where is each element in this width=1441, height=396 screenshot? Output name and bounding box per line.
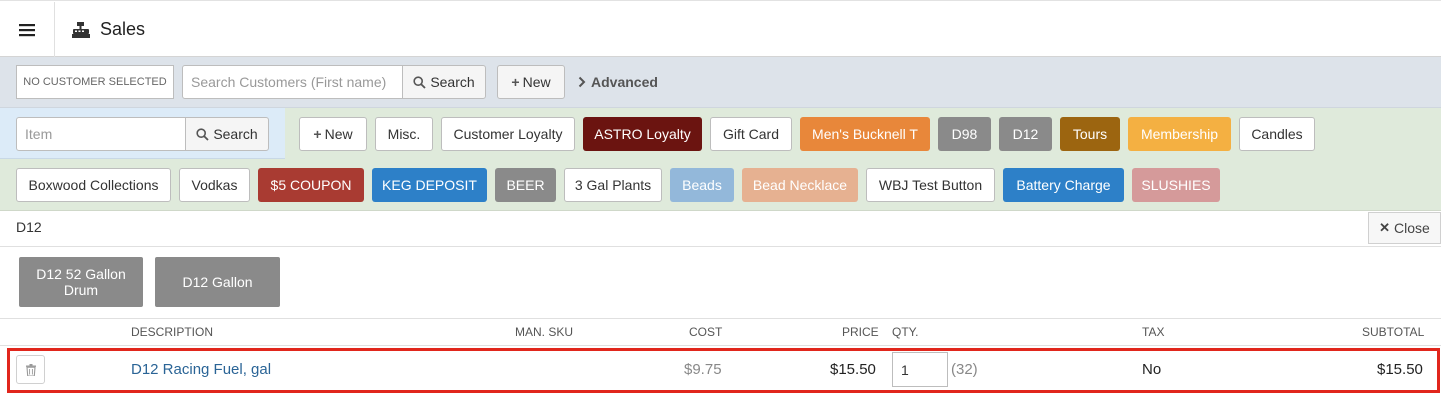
column-header-cost: COST — [689, 325, 723, 339]
column-header-tax: TAX — [1142, 325, 1165, 339]
shortcut-d98-button[interactable]: D98 — [938, 117, 991, 151]
search-icon — [196, 127, 209, 141]
column-header-description: DESCRIPTION — [131, 325, 214, 339]
shortcut-keg-deposit-button[interactable]: KEG DEPOSIT — [372, 168, 487, 202]
close-label: Close — [1394, 220, 1430, 236]
item-search-label: Search — [213, 126, 258, 142]
menu-icon — [19, 24, 35, 37]
shortcut-candles-button[interactable]: Candles — [1239, 117, 1315, 151]
hamburger-menu-button[interactable] — [0, 2, 55, 58]
page-title: Sales — [72, 1, 145, 58]
trash-icon — [25, 363, 36, 376]
chevron-right-icon — [578, 76, 586, 88]
shortcut-misc-button[interactable]: Misc. — [375, 117, 433, 151]
line-stock-count: (32) — [951, 361, 978, 378]
shortcut-vodkas-button[interactable]: Vodkas — [179, 168, 250, 202]
cash-register-icon — [72, 21, 90, 38]
column-header-price: PRICE — [842, 325, 879, 339]
shortcut-slushies-button[interactable]: SLUSHIES — [1132, 168, 1220, 202]
advanced-toggle[interactable]: Advanced — [578, 65, 658, 99]
delete-line-button[interactable] — [16, 355, 45, 384]
item-search-placeholder: Item — [25, 126, 53, 142]
shortcut-3-gal-plants-button[interactable]: 3 Gal Plants — [564, 168, 662, 202]
close-icon: ✕ — [1379, 220, 1391, 235]
line-subtotal: $15.50 — [1377, 361, 1423, 378]
shortcut-tours-button[interactable]: Tours — [1060, 117, 1120, 151]
shortcut-gift-card-button[interactable]: Gift Card — [710, 117, 792, 151]
shortcut-wbj-test-button[interactable]: WBJ Test Button — [866, 168, 995, 202]
shortcut-bead-necklace-button[interactable]: Bead Necklace — [742, 168, 858, 202]
column-header-subtotal: SUBTOTAL — [1362, 325, 1425, 339]
line-cost: $9.75 — [684, 361, 722, 378]
advanced-label: Advanced — [591, 74, 658, 90]
top-bar: Sales — [0, 0, 1441, 58]
shortcut-customer-loyalty-button[interactable]: Customer Loyalty — [441, 117, 575, 151]
item-search-button[interactable]: Search — [185, 117, 269, 151]
line-price[interactable]: $15.50 — [830, 361, 876, 378]
shortcut-beads-button[interactable]: Beads — [670, 168, 734, 202]
category-tile[interactable]: D12 52 Gallon Drum — [19, 257, 143, 307]
customer-search-input[interactable]: Search Customers (First name) — [182, 65, 403, 99]
page-title-text: Sales — [100, 19, 146, 39]
shortcut-mens-bucknell-t-button[interactable]: Men's Bucknell T — [800, 117, 930, 151]
shortcut-label: New — [324, 126, 353, 142]
close-category-button[interactable]: ✕ Close — [1368, 212, 1441, 244]
shortcut-astro-loyalty-button[interactable]: ASTRO Loyalty — [583, 117, 702, 151]
shortcut-5-coupon-button[interactable]: $5 COUPON — [258, 168, 364, 202]
item-search-input[interactable]: Item — [16, 117, 186, 151]
line-qty-input[interactable]: 1 — [892, 352, 948, 387]
plus-icon: + — [313, 126, 322, 142]
line-description-link[interactable]: D12 Racing Fuel, gal — [131, 361, 271, 378]
column-header-qty: QTY. — [892, 325, 919, 339]
category-tile[interactable]: D12 Gallon — [155, 257, 280, 307]
line-qty-value: 1 — [901, 361, 909, 378]
category-title: D12 — [16, 219, 42, 235]
customer-search-label: Search — [430, 74, 475, 90]
new-customer-button[interactable]: + New — [497, 65, 565, 99]
customer-selected-indicator[interactable]: NO CUSTOMER SELECTED — [16, 65, 174, 99]
customer-search-button[interactable]: Search — [402, 65, 486, 99]
plus-icon: + — [511, 74, 520, 90]
column-header-man-sku: MAN. SKU — [515, 325, 574, 339]
shortcut-beer-button[interactable]: BEER — [495, 168, 556, 202]
search-icon — [413, 75, 426, 89]
shortcut-boxwood-collections-button[interactable]: Boxwood Collections — [16, 168, 171, 202]
category-header — [0, 211, 1441, 247]
new-customer-label: New — [522, 74, 551, 90]
shortcut-battery-charge-button[interactable]: Battery Charge — [1003, 168, 1124, 202]
shortcut-d12-button[interactable]: D12 — [999, 117, 1052, 151]
customer-search-placeholder: Search Customers (First name) — [191, 74, 387, 90]
line-tax[interactable]: No — [1142, 361, 1161, 378]
shortcut-membership-button[interactable]: Membership — [1128, 117, 1231, 151]
shortcut-new-button[interactable]: + New — [299, 117, 367, 151]
